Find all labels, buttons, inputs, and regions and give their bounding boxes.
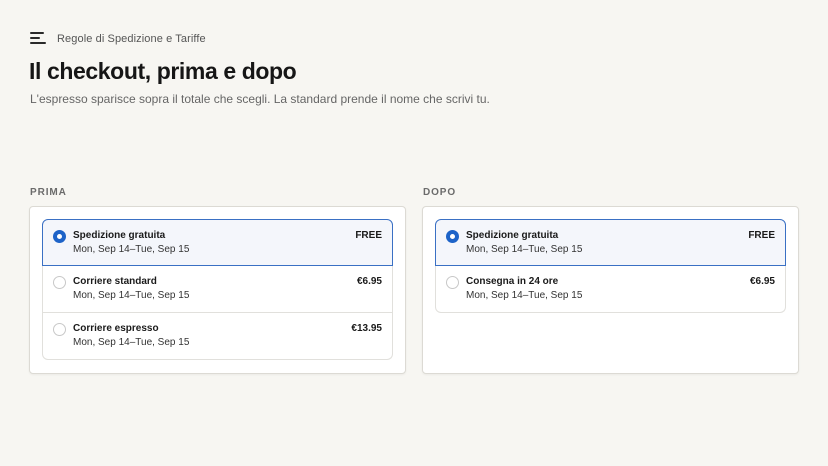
page-subtitle: L'espresso sparisce sopra il totale che … [30, 92, 490, 106]
after-checkout-panel: Spedizione gratuita Mon, Sep 14–Tue, Sep… [422, 206, 799, 374]
option-delivery-date: Mon, Sep 14–Tue, Sep 15 [466, 290, 583, 301]
radio-selected-icon[interactable] [446, 230, 459, 243]
option-name: Spedizione gratuita [73, 230, 166, 241]
shipping-option-24h[interactable]: Consegna in 24 ore Mon, Sep 14–Tue, Sep … [435, 266, 786, 313]
option-name: Corriere espresso [73, 323, 159, 334]
brand-header: Regole di Spedizione e Tariffe [30, 31, 206, 47]
shipping-option-free[interactable]: Spedizione gratuita Mon, Sep 14–Tue, Sep… [42, 219, 393, 266]
radio-unselected-icon[interactable] [53, 276, 66, 289]
shipping-option-express[interactable]: Corriere espresso Mon, Sep 14–Tue, Sep 1… [42, 313, 393, 360]
option-delivery-date: Mon, Sep 14–Tue, Sep 15 [73, 244, 190, 255]
option-price: FREE [355, 230, 382, 241]
shipping-option-standard[interactable]: Corriere standard Mon, Sep 14–Tue, Sep 1… [42, 266, 393, 313]
option-delivery-date: Mon, Sep 14–Tue, Sep 15 [466, 244, 583, 255]
radio-unselected-icon[interactable] [446, 276, 459, 289]
option-name: Consegna in 24 ore [466, 276, 559, 287]
stacked-lines-logo-icon [30, 31, 48, 47]
shipping-option-free[interactable]: Spedizione gratuita Mon, Sep 14–Tue, Sep… [435, 219, 786, 266]
radio-selected-icon[interactable] [53, 230, 66, 243]
before-shipping-options: Spedizione gratuita Mon, Sep 14–Tue, Sep… [42, 219, 393, 360]
option-price: €6.95 [356, 276, 382, 287]
option-name: Corriere standard [73, 276, 157, 287]
after-shipping-options: Spedizione gratuita Mon, Sep 14–Tue, Sep… [435, 219, 786, 313]
option-delivery-date: Mon, Sep 14–Tue, Sep 15 [73, 337, 190, 348]
page-title: Il checkout, prima e dopo [29, 58, 297, 84]
option-price: FREE [748, 230, 775, 241]
before-column-label: PRIMA [30, 187, 67, 198]
after-column-label: DOPO [423, 187, 457, 198]
option-name: Spedizione gratuita [466, 230, 559, 241]
option-delivery-date: Mon, Sep 14–Tue, Sep 15 [73, 290, 190, 301]
option-price: €6.95 [749, 276, 775, 287]
before-checkout-panel: Spedizione gratuita Mon, Sep 14–Tue, Sep… [29, 206, 406, 374]
brand-name: Regole di Spedizione e Tariffe [57, 33, 206, 45]
radio-unselected-icon[interactable] [53, 323, 66, 336]
option-price: €13.95 [351, 323, 382, 334]
